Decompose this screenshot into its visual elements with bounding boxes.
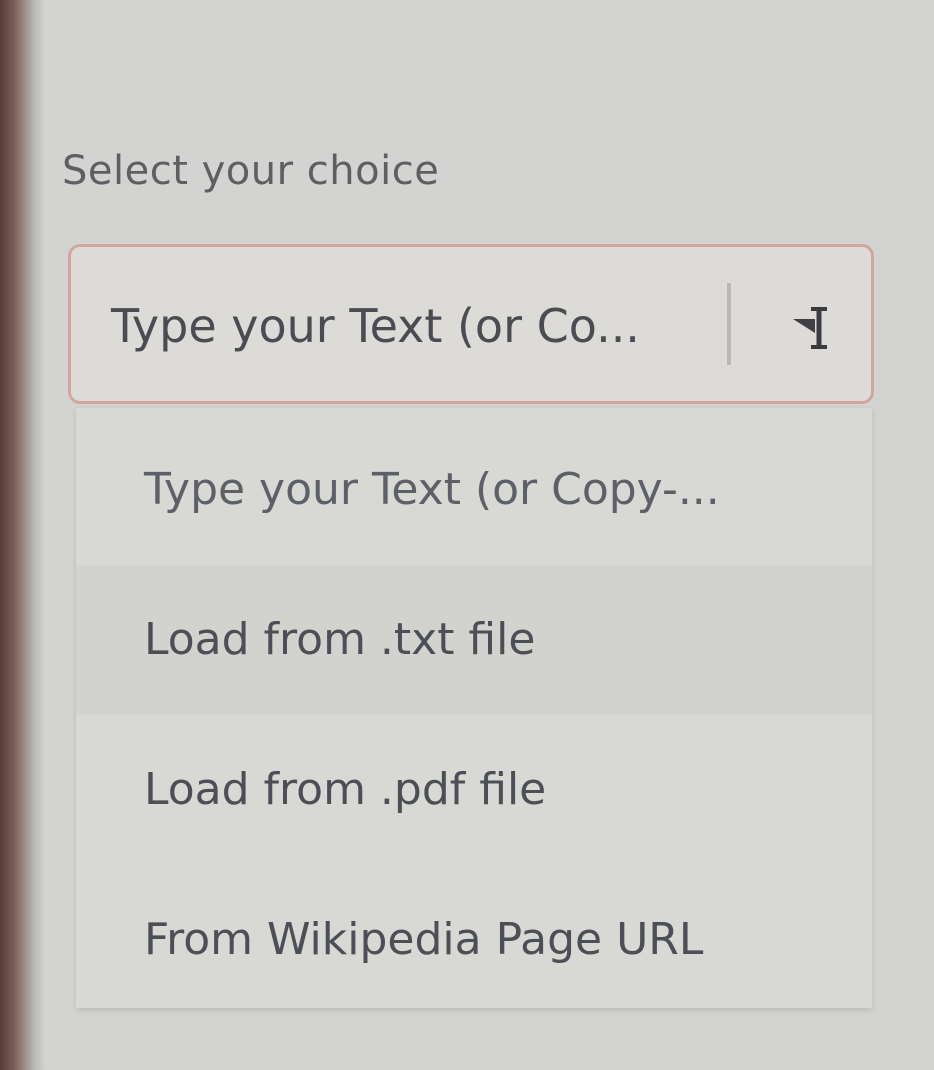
choice-select[interactable]: Type your Text (or Co... (68, 244, 874, 404)
option-load-txt[interactable]: Load from .txt file (76, 566, 872, 714)
option-type-text[interactable]: Type your Text (or Copy-... (76, 416, 872, 564)
select-current-value: Type your Text (or Co... (111, 299, 640, 353)
dropdown-menu: Type your Text (or Copy-... Load from .t… (76, 408, 872, 1008)
select-divider (727, 283, 731, 365)
select-label: Select your choice (62, 148, 440, 194)
option-wikipedia-url[interactable]: From Wikipedia Page URL (76, 866, 872, 1014)
option-load-pdf[interactable]: Load from .pdf file (76, 716, 872, 864)
window-edge (0, 0, 44, 1070)
dropdown-arrow-icon[interactable] (789, 305, 829, 351)
